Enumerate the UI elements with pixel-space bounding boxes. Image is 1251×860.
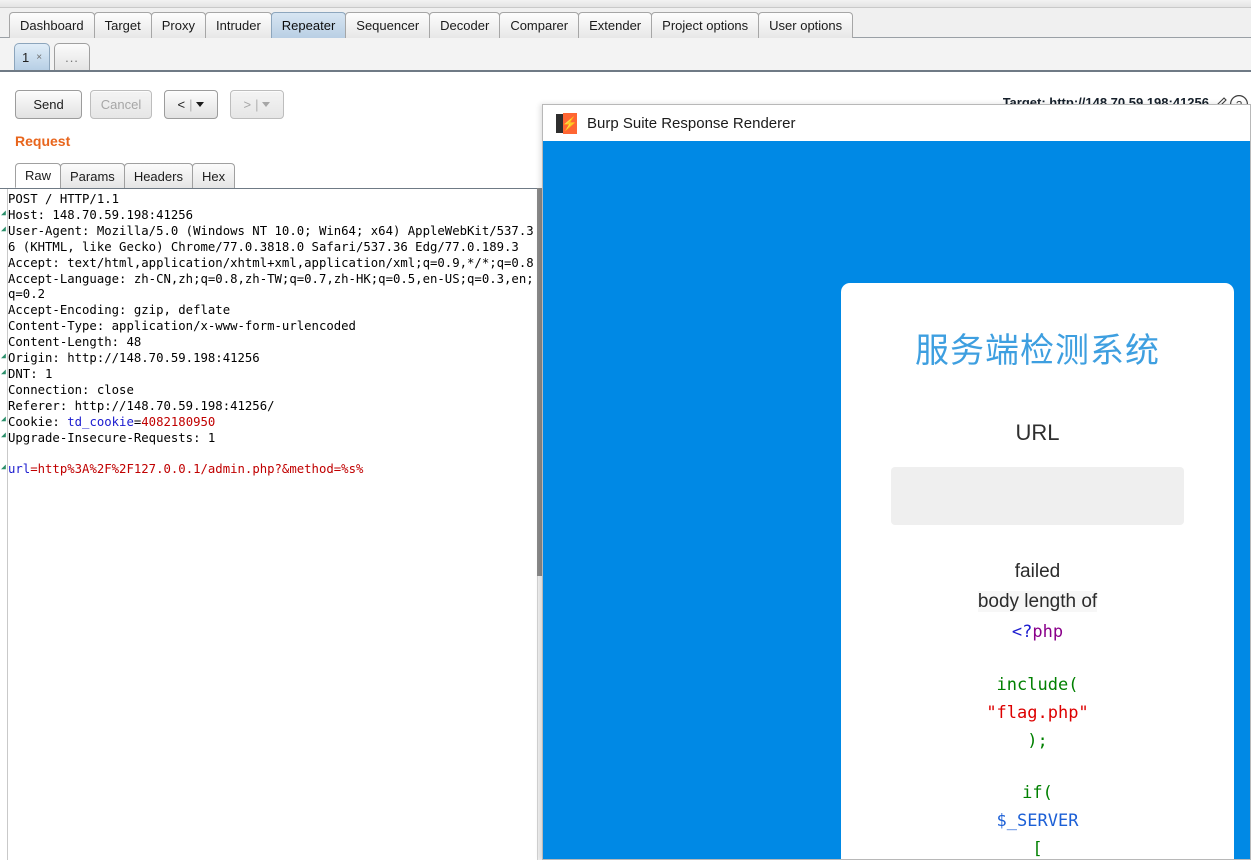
main-tab-project-options[interactable]: Project options <box>651 12 760 38</box>
gutter-marker: ◢ <box>1 207 6 217</box>
main-tab-intruder[interactable]: Intruder <box>204 12 272 38</box>
message-tab-hex[interactable]: Hex <box>191 163 236 188</box>
status-line-failed: failed <box>1014 561 1061 582</box>
burp-suite-window: Dashboard Target Proxy Intruder Repeater Sequ… <box>0 0 1251 860</box>
forward-arrow-icon: > <box>243 97 252 112</box>
repeater-tabs-list: 1 ×... <box>14 43 94 70</box>
main-tab-decoder[interactable]: Decoder <box>429 12 501 38</box>
main-tab-bar: Dashboard Target Proxy Intruder Repeater Sequ… <box>0 8 1251 38</box>
gutter-marker: ◢ <box>1 430 6 440</box>
repeater-tab-bar: 1 ×... <box>0 38 1251 72</box>
editor-gutter-markers: ◢ ◢ ◢ ◢ ◢ ◢ ◢ <box>0 189 8 860</box>
gutter-marker: ◢ <box>1 462 6 472</box>
go-back-button[interactable]: < | <box>164 90 218 119</box>
rendered-page-card: 服务端检测系统 URL failed body length of <?php … <box>841 283 1234 859</box>
back-arrow-icon: < <box>177 97 186 112</box>
message-tab-raw[interactable]: Raw <box>15 163 62 188</box>
repeater-tab-label: 1 <box>22 49 30 65</box>
response-renderer-window[interactable]: ⚡ Burp Suite Response Renderer 服务端检测系统 U… <box>542 104 1251 860</box>
gutter-marker <box>0 332 7 348</box>
message-tab-label: Raw <box>25 168 52 183</box>
url-input[interactable] <box>891 467 1184 525</box>
main-tab-label: Dashboard <box>20 18 84 33</box>
renderer-window-title: Burp Suite Response Renderer <box>587 114 796 132</box>
code-line: $_SERVER <box>996 811 1079 831</box>
php-source-code: include("flag.php");if($_SERVER['REMOTE_… <box>841 671 1234 859</box>
main-tab-label: Comparer <box>510 18 569 33</box>
gutter-marker: ◢ <box>1 414 6 424</box>
gutter-marker <box>0 253 7 269</box>
main-tab-comparer[interactable]: Comparer <box>499 12 580 38</box>
status-line-body-length: body length of <box>977 591 1098 612</box>
main-tab-label: User options <box>769 18 843 33</box>
message-tab-label: Hex <box>201 168 226 184</box>
main-tab-extender[interactable]: Extender <box>578 12 653 38</box>
code-line: [ <box>1032 839 1043 859</box>
request-editor[interactable]: ◢ ◢ ◢ ◢ ◢ ◢ ◢ POST / HTTP/1.1 Host: 148.70.59.… <box>0 188 544 860</box>
repeater-tab-label: ... <box>65 49 79 65</box>
repeater-new-tab-button[interactable]: ... <box>54 43 90 70</box>
gutter-marker <box>0 396 7 412</box>
response-status-text: failed body length of <box>841 557 1234 617</box>
gutter-marker <box>0 237 7 253</box>
main-tab-sequencer[interactable]: Sequencer <box>345 12 431 38</box>
burp-suite-logo-icon: ⚡ <box>556 112 578 134</box>
go-forward-button[interactable]: > | <box>230 90 284 119</box>
main-tab-dashboard[interactable]: Dashboard <box>9 12 95 38</box>
cancel-button[interactable]: Cancel <box>90 90 152 119</box>
main-tabs-list: Dashboard Target Proxy Intruder Repeater Sequ… <box>9 8 854 38</box>
message-view-tabs: Raw Params Headers Hex <box>15 163 236 188</box>
gutter-marker <box>0 284 7 300</box>
gutter-marker: ◢ <box>1 366 6 376</box>
code-line: include( <box>996 675 1079 695</box>
main-tab-user-options[interactable]: User options <box>758 12 854 38</box>
message-tab-label: Params <box>70 168 115 184</box>
chevron-down-icon[interactable] <box>262 102 271 107</box>
page-title: 服务端检测系统 <box>915 332 1160 370</box>
code-line: ); <box>1027 731 1048 751</box>
main-tab-label: Intruder <box>215 18 261 33</box>
request-section-label: Request <box>15 133 71 149</box>
main-tab-label: Target <box>104 18 141 33</box>
php-open-lt: <? <box>1011 622 1033 642</box>
message-tab-params[interactable]: Params <box>60 163 125 188</box>
main-tab-label: Project options <box>662 18 749 33</box>
send-button[interactable]: Send <box>15 90 82 119</box>
request-raw-text[interactable]: POST / HTTP/1.1 Host: 148.70.59.198:4125… <box>8 192 536 478</box>
main-tab-target[interactable]: Target <box>93 12 152 38</box>
button-divider: | <box>255 97 259 112</box>
gutter-marker <box>0 380 7 396</box>
message-tab-headers[interactable]: Headers <box>123 163 193 188</box>
main-tab-label: Extender <box>589 18 642 33</box>
main-tab-label: Proxy <box>161 18 195 33</box>
gutter-marker: ◢ <box>1 350 6 360</box>
gutter-marker <box>0 443 7 459</box>
php-open-keyword: php <box>1032 622 1064 642</box>
renderer-title-bar[interactable]: ⚡ Burp Suite Response Renderer <box>543 105 1250 141</box>
gutter-marker <box>0 300 7 316</box>
window-top-strip <box>0 0 1251 8</box>
message-tab-label: Headers <box>133 168 183 184</box>
gutter-marker: ◢ <box>1 223 6 233</box>
chevron-down-icon[interactable] <box>196 102 205 107</box>
url-field-label: URL <box>1015 420 1060 445</box>
code-line: "flag.php" <box>986 703 1089 723</box>
button-divider: | <box>189 97 193 112</box>
gutter-marker <box>0 268 7 284</box>
gutter-marker <box>0 316 7 332</box>
main-tab-label: Decoder <box>440 18 490 33</box>
repeater-tab-1[interactable]: 1 × <box>14 43 51 70</box>
close-icon[interactable]: × <box>36 52 42 63</box>
main-tab-label: Sequencer <box>356 18 420 33</box>
main-tab-proxy[interactable]: Proxy <box>150 12 206 38</box>
main-tab-repeater[interactable]: Repeater <box>270 12 347 38</box>
code-line: if( <box>1022 783 1053 803</box>
gutter-marker <box>0 189 7 205</box>
code-line-spacer <box>841 755 1234 779</box>
main-tab-label: Repeater <box>281 18 336 33</box>
php-open-tag: <?php <box>841 617 1234 647</box>
